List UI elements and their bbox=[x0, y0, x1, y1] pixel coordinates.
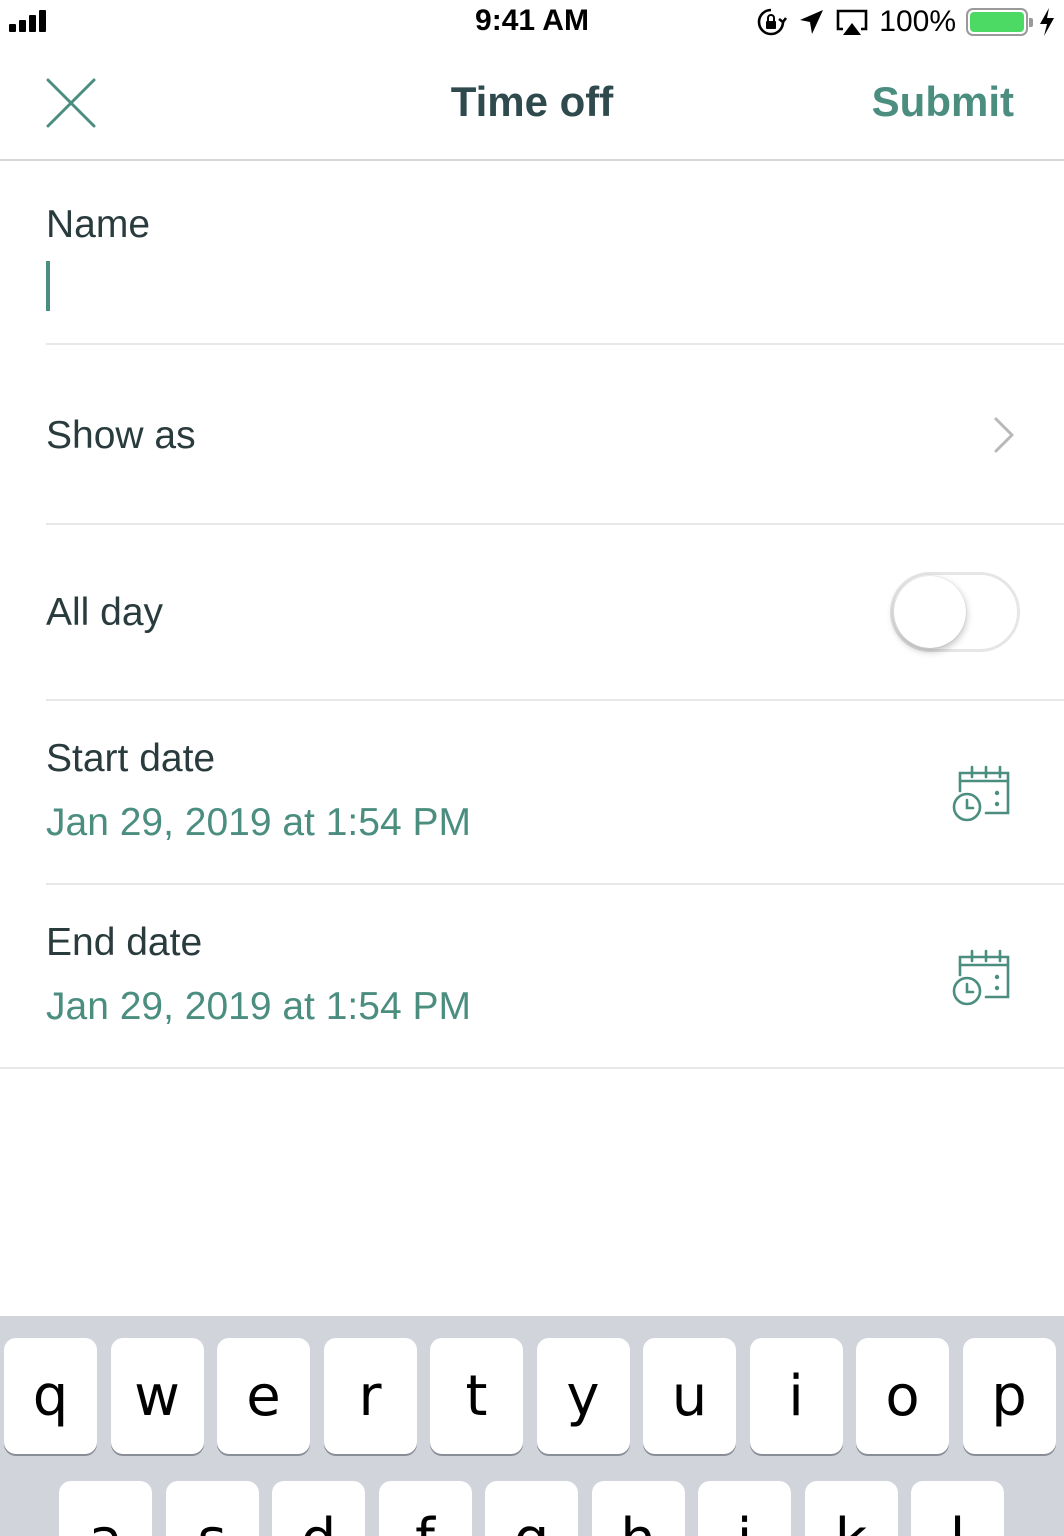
status-right: 100% bbox=[755, 4, 1056, 40]
battery-percent: 100% bbox=[879, 5, 956, 38]
divider bbox=[0, 1067, 1064, 1069]
charging-bolt-icon bbox=[1040, 8, 1054, 36]
key-p[interactable]: p bbox=[962, 1338, 1056, 1454]
key-i[interactable]: i bbox=[749, 1338, 843, 1454]
calendar-clock-icon bbox=[952, 765, 1010, 822]
nav-bar: Time off Submit bbox=[0, 44, 1064, 161]
submit-button[interactable]: Submit bbox=[872, 78, 1014, 126]
key-j[interactable]: j bbox=[698, 1481, 791, 1536]
all-day-toggle[interactable] bbox=[890, 572, 1020, 652]
show-as-label: Show as bbox=[46, 414, 196, 457]
key-f[interactable]: f bbox=[378, 1481, 472, 1536]
all-day-row: All day bbox=[46, 525, 1064, 701]
toggle-knob bbox=[894, 576, 966, 648]
chevron-right-icon bbox=[994, 417, 1014, 453]
end-date-value: Jan 29, 2019 at 1:54 PM bbox=[46, 985, 471, 1028]
all-day-label: All day bbox=[46, 591, 164, 634]
key-o[interactable]: o bbox=[856, 1338, 949, 1454]
start-date-row[interactable]: Start date Jan 29, 2019 at 1:54 PM bbox=[46, 701, 1064, 885]
battery-icon bbox=[966, 8, 1033, 36]
end-date-row[interactable]: End date Jan 29, 2019 at 1:54 PM bbox=[46, 885, 1064, 1069]
status-bar: 9:41 AM 100% bbox=[0, 0, 1064, 44]
key-d[interactable]: d bbox=[272, 1481, 365, 1536]
key-a[interactable]: a bbox=[59, 1481, 152, 1536]
key-u[interactable]: u bbox=[643, 1338, 736, 1454]
calendar-clock-icon bbox=[952, 949, 1010, 1006]
key-w[interactable]: w bbox=[110, 1338, 204, 1454]
key-k[interactable]: k bbox=[804, 1481, 898, 1536]
name-field[interactable]: Name bbox=[46, 161, 1064, 345]
start-date-value: Jan 29, 2019 at 1:54 PM bbox=[46, 801, 471, 844]
name-label: Name bbox=[46, 203, 151, 246]
airplay-icon bbox=[836, 9, 868, 35]
start-date-label: Start date bbox=[46, 737, 216, 780]
key-h[interactable]: h bbox=[591, 1481, 685, 1536]
key-t[interactable]: t bbox=[430, 1338, 523, 1454]
key-r[interactable]: r bbox=[323, 1338, 417, 1454]
key-g[interactable]: g bbox=[485, 1481, 578, 1536]
key-y[interactable]: y bbox=[536, 1338, 630, 1454]
location-arrow-icon bbox=[800, 10, 824, 34]
key-q[interactable]: q bbox=[4, 1338, 97, 1454]
key-e[interactable]: e bbox=[217, 1338, 310, 1454]
keyboard: qwertyuiop asdfghjkl bbox=[0, 1316, 1064, 1536]
end-date-label: End date bbox=[46, 921, 203, 964]
text-caret bbox=[46, 261, 50, 311]
key-s[interactable]: s bbox=[165, 1481, 259, 1536]
show-as-row[interactable]: Show as bbox=[46, 345, 1064, 525]
key-l[interactable]: l bbox=[911, 1481, 1004, 1536]
orientation-lock-icon bbox=[758, 8, 788, 36]
